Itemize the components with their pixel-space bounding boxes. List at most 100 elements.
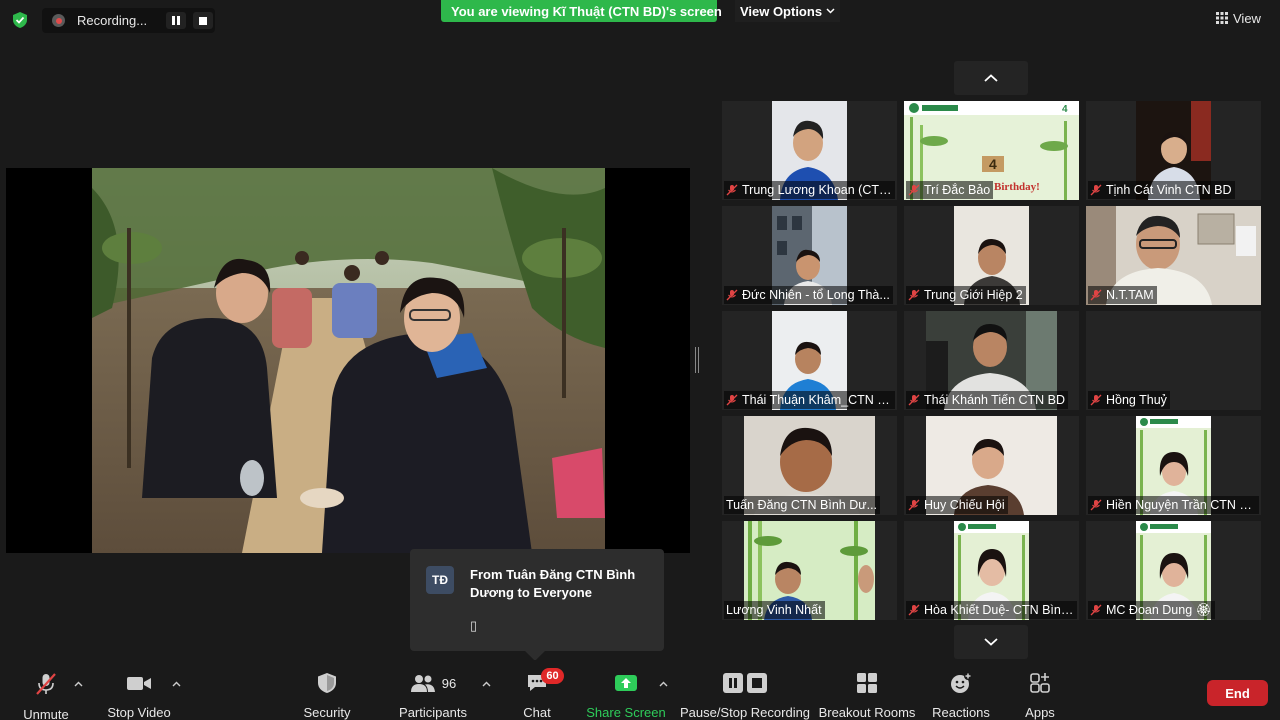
- svg-text:4: 4: [1062, 104, 1068, 115]
- view-label: View: [1233, 10, 1261, 26]
- participant-tile[interactable]: Tuấn Đăng CTN Bình Dư...: [722, 416, 897, 515]
- participant-tile[interactable]: Hòa Khiết Duệ- CTN Bình...: [904, 521, 1079, 620]
- apps-button[interactable]: Apps: [1018, 660, 1062, 720]
- viewing-banner-text: You are viewing Kĩ Thuật (CTN BD)'s scre…: [451, 3, 722, 19]
- muted-mic-icon: [726, 394, 738, 406]
- reactions-label: Reactions: [932, 705, 990, 720]
- recording-label: Recording...: [77, 13, 148, 28]
- participant-name-label: MC Đoan Dung 🏵: [1088, 601, 1215, 619]
- participant-tile[interactable]: Hồng Thuỷ: [1086, 311, 1261, 410]
- participant-name-label: Hòa Khiết Duệ- CTN Bình...: [906, 601, 1077, 619]
- view-options-button[interactable]: View Options: [735, 0, 840, 22]
- participant-tile[interactable]: Trung Lương Khoan (CTN...: [722, 101, 897, 200]
- pause-stop-recording-label: Pause/Stop Recording: [679, 705, 811, 720]
- pause-stop-recording-button[interactable]: Pause/Stop Recording: [679, 660, 811, 720]
- stop-recording-button[interactable]: [193, 12, 213, 29]
- participant-tile[interactable]: Đức Nhiên - tổ Long Thà...: [722, 206, 897, 305]
- participant-name-label: Trung Lương Khoan (CTN...: [724, 181, 895, 199]
- muted-mic-icon: [34, 672, 58, 696]
- participant-name-label: Trung Giới Hiệp 2: [906, 286, 1026, 304]
- chevron-down-icon: [826, 8, 835, 14]
- zoom-meeting-window: Recording... You are viewing Kĩ Thuật (C…: [0, 0, 1280, 720]
- participant-tile[interactable]: Tịnh Cát Vinh CTN BD: [1086, 101, 1261, 200]
- muted-mic-icon: [1090, 604, 1102, 616]
- shared-screen[interactable]: [6, 168, 690, 553]
- muted-mic-icon: [1090, 499, 1102, 511]
- participant-name-label: Trí Đắc Bảo: [906, 181, 994, 199]
- participant-name-label: Thái Thuận Khâm_CTN Bì...: [724, 391, 895, 409]
- pause-recording-button[interactable]: [166, 12, 186, 29]
- participant-name-label: Hồng Thuỷ: [1088, 391, 1170, 409]
- share-screen-button[interactable]: Share Screen: [586, 660, 666, 720]
- muted-mic-icon: [908, 289, 920, 301]
- participant-name-label: N.T.TAM: [1088, 286, 1157, 304]
- end-meeting-button[interactable]: End: [1207, 680, 1268, 706]
- muted-mic-icon: [1090, 289, 1102, 301]
- muted-mic-icon: [908, 499, 920, 511]
- participant-tile[interactable]: 4 4 Trí Đắc Bảo Birthday!: [904, 101, 1079, 200]
- breakout-rooms-icon: [856, 672, 878, 694]
- participant-name-label: Tuấn Đăng CTN Bình Dư...: [724, 496, 881, 514]
- participant-tile[interactable]: Hiền Nguyện Trần CTN BD: [1086, 416, 1261, 515]
- participant-name-label: Đức Nhiên - tổ Long Thà...: [724, 286, 893, 304]
- participant-tile[interactable]: N.T.TAM: [1086, 206, 1261, 305]
- sender-avatar: TĐ: [426, 566, 454, 594]
- shield-icon: [317, 672, 337, 694]
- encryption-shield-icon[interactable]: [8, 8, 32, 32]
- audio-options-caret[interactable]: [72, 678, 84, 690]
- chat-sender-line: From Tuân Đăng CTN Bình Dương to Everyon…: [470, 567, 636, 600]
- participant-tile[interactable]: Thái Khánh Tiến CTN BD: [904, 311, 1079, 410]
- muted-mic-icon: [726, 184, 738, 196]
- participants-label: Participants: [399, 705, 467, 720]
- view-layout-button[interactable]: View: [1216, 6, 1272, 30]
- chat-label: Chat: [523, 705, 551, 720]
- video-options-caret[interactable]: [170, 678, 182, 690]
- grid-view-icon: [1216, 12, 1228, 24]
- view-options-label: View Options: [739, 3, 823, 19]
- participant-name-label: Thái Khánh Tiến CTN BD: [906, 391, 1069, 409]
- unmute-button[interactable]: Unmute: [14, 660, 78, 720]
- gallery-next-page-button[interactable]: [954, 625, 1028, 659]
- security-label: Security: [303, 705, 351, 720]
- participant-tile[interactable]: Trung Giới Hiệp 2: [904, 206, 1079, 305]
- chat-unread-badge: 60: [541, 668, 564, 684]
- participant-tile[interactable]: Thái Thuận Khâm_CTN Bì...: [722, 311, 897, 410]
- muted-mic-icon: [1090, 394, 1102, 406]
- share-screen-icon: [614, 672, 638, 694]
- chevron-up-icon: [984, 74, 998, 82]
- svg-text:4: 4: [989, 156, 997, 172]
- participant-name-label: Hiền Nguyện Trần CTN BD: [1088, 496, 1259, 514]
- breakout-rooms-button[interactable]: Breakout Rooms: [818, 660, 916, 720]
- participant-name-label: Huy Chiếu Hội: [906, 496, 1008, 514]
- muted-mic-icon: [908, 394, 920, 406]
- birthday-overlay-text: Birthday!: [994, 181, 1040, 193]
- panel-resize-handle[interactable]: [695, 347, 699, 373]
- participant-tile[interactable]: Huy Chiếu Hội: [904, 416, 1079, 515]
- chevron-down-icon: [984, 638, 998, 646]
- muted-mic-icon: [908, 184, 920, 196]
- participants-options-caret[interactable]: [480, 678, 492, 690]
- pause-stop-icon: [722, 672, 768, 694]
- shared-photo-picnic: [92, 168, 605, 553]
- participant-tile[interactable]: MC Đoan Dung 🏵: [1086, 521, 1261, 620]
- meeting-toolbar: Unmute Stop Video Security 96 Participan…: [0, 660, 1280, 720]
- stop-icon: [199, 16, 207, 25]
- muted-mic-icon: [1090, 184, 1102, 196]
- participant-name-label: Lương Vinh Nhất: [724, 601, 825, 619]
- chat-notification[interactable]: TĐ From Tuân Đăng CTN Bình Dương to Ever…: [410, 549, 664, 661]
- reactions-button[interactable]: Reactions: [930, 660, 992, 720]
- recording-dot-icon: [52, 14, 65, 27]
- video-camera-icon: [126, 672, 152, 694]
- participants-button[interactable]: 96 Participants: [396, 660, 470, 720]
- participants-count: 96: [441, 675, 457, 691]
- participant-tile[interactable]: Lương Vinh Nhất: [722, 521, 897, 620]
- security-button[interactable]: Security: [300, 660, 354, 720]
- apps-icon: [1029, 672, 1051, 694]
- participant-name-label: Tịnh Cát Vinh CTN BD: [1088, 181, 1235, 199]
- share-options-caret[interactable]: [657, 678, 669, 690]
- stop-video-button[interactable]: Stop Video: [104, 660, 174, 720]
- gallery-prev-page-button[interactable]: [954, 61, 1028, 95]
- apps-label: Apps: [1025, 705, 1055, 720]
- breakout-rooms-label: Breakout Rooms: [818, 705, 916, 720]
- chat-message-text: ▯: [470, 618, 478, 633]
